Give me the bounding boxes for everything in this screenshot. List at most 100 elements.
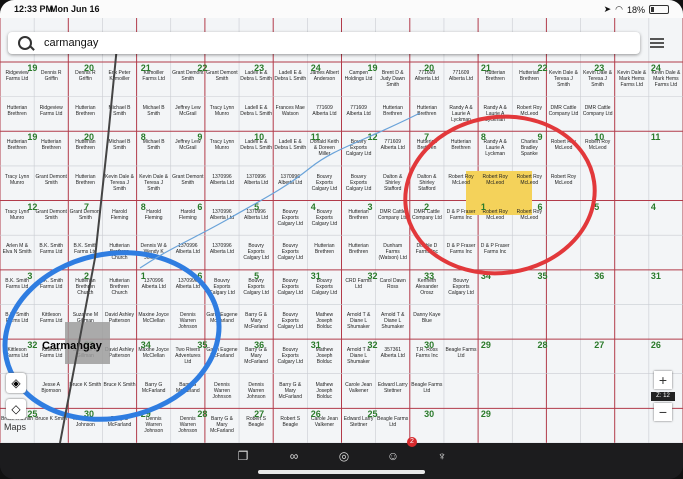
parcel-owner-label: Kevin Dale & Mark Hems Farms Ltd [651,70,681,88]
parcel-owner-label: Hutterian Brethren [348,243,369,256]
zoom-out-button[interactable]: − [654,403,672,421]
parcel-owner-label: B.K. Smith Farms Ltd [5,277,29,290]
parcel-owner-label: Bruce K Smith [103,381,136,388]
parcel-owner-label: Robert Roy McLeod [482,173,508,186]
section-number: 27 [594,340,605,351]
section-number: 32 [367,270,378,281]
section-number: 32 [27,340,38,351]
layers-secondary-button[interactable]: ◇ [6,399,26,419]
land-ownership-map[interactable]: Ridgeview Farms Ltd Dennis R Griffin Denni… [0,18,683,443]
section-number: 25 [27,409,38,420]
parcel-owner-label: Bouvry Exports Calgary Ltd [345,173,372,192]
section-number: 3 [367,201,373,212]
section-number: 22 [537,63,548,73]
parcel-owner-label: Hutterian Brethren [41,139,62,152]
parcel-owner-label: Danny Kaye Blue [413,312,441,325]
parcel-owner-label: Hutterian Brethren [6,139,28,152]
parcel-owner-label: Robert Roy McLeod [584,139,611,152]
section-number: 8 [480,132,486,143]
section-number: 31 [310,340,321,351]
section-number: 8 [140,201,146,212]
parcel-owner-label: Beagle Farms Ltd [377,416,409,429]
town-label: Carmangay [42,340,102,352]
parcel-owner-label: Arlen M & Elva N Smith [2,243,32,256]
tab-antler-icon[interactable]: ♆ [430,449,454,463]
parcel-owner-label: 1370996 Alberta Ltd [141,277,166,290]
parcel-owner-label: Robert Roy McLeod [516,208,542,221]
parcel-owner-label: Hutterian Brethren [75,104,96,117]
tab-contacts-icon[interactable]: ☺ [386,449,400,463]
parcel-owner-label: Bouvry Exports Calgary Ltd [311,208,338,227]
parcel-owner-label: Randy A & Laurie A Lyckman [483,139,507,158]
parcel-owner-label: Mathew Joseph Bolduc [315,381,334,400]
parcel-owner-label: Robert Roy McLeod [550,173,577,186]
parcel-owner-label: 1370996 Alberta Ltd [278,173,303,186]
parcel-owner-label: D & P Fraser Farms Inc [446,208,476,221]
section-number: 35 [537,270,548,281]
parcel-owner-label: Two Rivers Adventures Ltd [175,347,201,366]
layers-icon: ◈ [11,376,21,390]
section-number: 22 [197,63,208,73]
parcel-owner-label: Dalton & Shirley Stafford [383,173,403,192]
section-number: 24 [650,63,661,73]
parcel-owner-label: Kevin Dale & Teresa J Smith [583,70,613,88]
battery-icon [649,5,669,14]
section-number: 29 [140,409,151,420]
parcel-owner-label: Hutterian Brethren [416,139,438,152]
parcel-owner-label: Ladell E & Debra L Smith [240,139,272,152]
section-number: 8 [140,132,146,143]
parcel-owner-label: Kittleson Farms Ltd [5,347,29,360]
parcel-owner-label: Ladell E & Debra L Smith [240,70,272,82]
parcel-owner-label: DMR Cattle Company Ltd [582,104,613,117]
parcel-owner-label: CRD Farms Ltd [345,277,372,290]
parcel-owner-label: Robert Roy McLeod [482,208,508,221]
section-number: 2 [424,201,430,212]
parcel-owner-label: Jeffrey Lew McGrail [175,104,201,117]
search-input[interactable]: carmangay [44,37,98,49]
list-icon[interactable] [650,36,664,50]
tab-cards-icon[interactable]: ❐ [236,449,250,463]
section-number: 5 [594,201,600,212]
search-bar[interactable]: carmangay [8,32,640,54]
zoom-in-button[interactable]: + [654,371,672,389]
parcel-owner-label: Barry G & Mary McFarland [278,381,303,400]
section-number: 30 [424,340,435,351]
parcel-owner-label: Bouvry Exports Calgary Ltd [209,277,235,296]
parcel-owner-label: DMR Cattle Company Ltd [548,104,579,117]
section-number: 28 [537,340,548,351]
tab-binoculars-icon[interactable]: ∞ [287,449,301,463]
layers-button[interactable]: ◈ [6,373,26,393]
parcel-owner-label: Bouvry Exports Calgary Ltd [277,208,304,227]
section-number: 29 [480,340,491,351]
section-number: 9 [537,132,543,143]
section-number: 34 [480,270,491,281]
parcel-owner-label: Bouvry Exports Calgary Ltd [243,277,269,296]
section-number: 4 [310,201,316,212]
parcel-owner-label: Tracy Lynn Munro [209,139,235,152]
parcel-owner-label: James Albert Anderson [309,70,339,82]
section-number: 21 [480,63,491,73]
parcel-owner-label: Tracy Lynn Munro [4,173,30,186]
section-number: 11 [310,132,321,143]
parcel-owner-label: 1370996 Alberta Ltd [175,277,200,290]
parcel-owner-label: Maxine Joyce McClellan [138,347,169,360]
parcel-owner-label: Harold Fleming [178,208,197,221]
parcel-owner-label: Randy A & Laurie A Lyckman [483,104,507,123]
parcel-owner-label: Dennis W & Wendy K Johnson [140,243,167,262]
parcel-owner-label: Campen Holdings Ltd [344,70,373,82]
parcel-owner-label: Jesse A Bjornson [41,381,62,394]
section-number: 23 [594,63,605,73]
parcel-owner-label: Bruce K Smith [35,416,68,423]
parcel-owner-label: Beagle Farms Ltd [411,381,443,394]
tab-compass-icon[interactable]: ◎ [337,449,351,463]
parcel-owner-label: Double D Farms Inc [415,243,438,256]
parcel-owner-label: Donald Keith & Doreen Miller [310,139,339,158]
parcel-owner-label: Michael B Smith [142,139,165,152]
parcel-owner-label: T.R. Ross Farms Inc [415,347,438,360]
parcel-owner-label: D & P Fraser Farms Inc [480,243,510,256]
parcel-owner-label: Hutterian Brethren [382,104,403,117]
status-date: Mon Jun 16 [50,4,100,14]
section-number: 26 [650,340,661,351]
parcel-owner-label: Harold Fleming [144,208,163,221]
section-number: 31 [310,270,321,281]
